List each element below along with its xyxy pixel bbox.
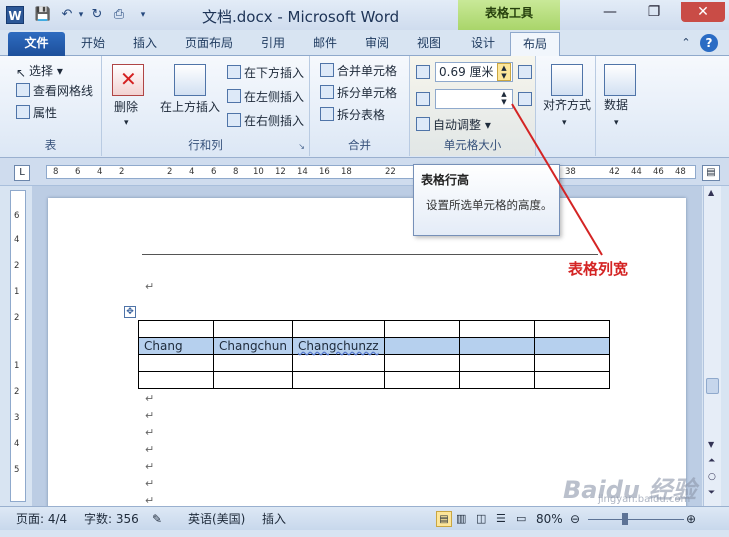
insert-mode-indicator[interactable]: 插入 — [262, 511, 286, 527]
status-bar: 页面: 4/4 字数: 356 ✎ 英语(美国) 插入 ▤ ▥ ◫ ☰ ▭ 80… — [0, 506, 729, 530]
word-count[interactable]: 字数: 356 — [84, 511, 139, 527]
watermark-url: jingyan.baidu.com — [598, 494, 691, 505]
annotation-label: 表格列宽 — [568, 260, 629, 278]
zoom-slider[interactable] — [588, 519, 684, 520]
zoom-slider-thumb[interactable] — [622, 513, 628, 525]
page-count[interactable]: 页面: 4/4 — [16, 511, 67, 527]
full-screen-reading-icon[interactable]: ▥ — [456, 511, 466, 527]
proofing-icon[interactable]: ✎ — [152, 511, 162, 527]
web-layout-icon[interactable]: ◫ — [476, 511, 486, 527]
outline-view-icon[interactable]: ☰ — [496, 511, 506, 527]
language-indicator[interactable]: 英语(美国) — [188, 511, 245, 527]
zoom-level[interactable]: 80% — [536, 511, 563, 527]
zoom-out-icon[interactable]: ⊖ — [570, 511, 580, 527]
print-layout-icon[interactable]: ▤ — [436, 511, 452, 527]
zoom-in-icon[interactable]: ⊕ — [686, 511, 696, 527]
draft-view-icon[interactable]: ▭ — [516, 511, 526, 527]
